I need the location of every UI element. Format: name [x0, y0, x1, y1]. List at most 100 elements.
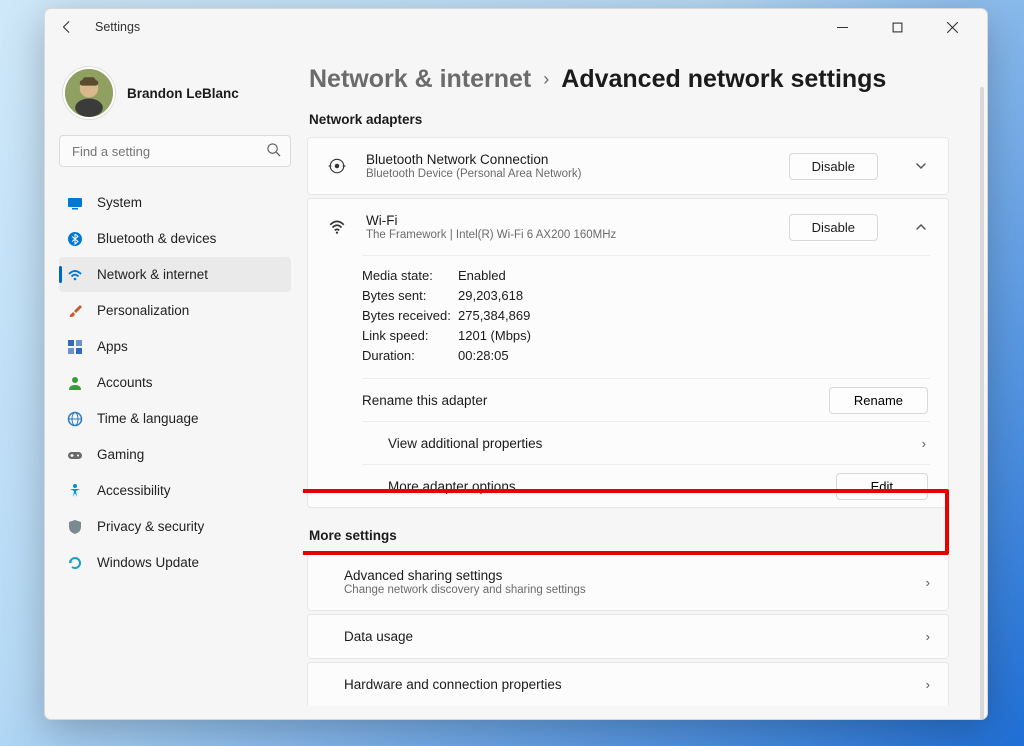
- detail-value: 275,384,869: [458, 306, 530, 326]
- caption-buttons: [827, 12, 977, 42]
- adapters-group: Bluetooth Network Connection Bluetooth D…: [307, 137, 949, 508]
- maximize-button[interactable]: [882, 12, 912, 42]
- wifi-details: Media state:Enabled Bytes sent:29,203,61…: [308, 255, 948, 507]
- adapter-description: Bluetooth Device (Personal Area Network): [366, 168, 771, 180]
- disable-button[interactable]: Disable: [789, 214, 878, 241]
- more-adapter-options-row: More adapter options Edit: [362, 464, 930, 507]
- close-icon: [947, 22, 958, 33]
- data-usage-row[interactable]: Data usage ›: [307, 614, 949, 659]
- accessibility-icon: [67, 483, 83, 499]
- sidebar-item-accessibility[interactable]: Accessibility: [59, 473, 291, 508]
- sidebar-item-time-language[interactable]: Time & language: [59, 401, 291, 436]
- shield-icon: [67, 519, 83, 535]
- sidebar-item-label: Network & internet: [97, 267, 208, 282]
- sidebar-item-update[interactable]: Windows Update: [59, 545, 291, 580]
- content-area: Brandon LeBlanc System Bluetooth & devic…: [45, 45, 987, 719]
- sidebar-item-privacy[interactable]: Privacy & security: [59, 509, 291, 544]
- row-subtitle: Change network discovery and sharing set…: [344, 584, 920, 596]
- row-title: Advanced sharing settings: [344, 568, 920, 583]
- more-settings-group: Advanced sharing settings Change network…: [307, 553, 949, 706]
- user-name: Brandon LeBlanc: [127, 86, 239, 101]
- sidebar-item-apps[interactable]: Apps: [59, 329, 291, 364]
- sidebar-item-label: Windows Update: [97, 555, 199, 570]
- rename-button[interactable]: Rename: [829, 387, 928, 414]
- wifi-adapter-icon: [326, 218, 348, 236]
- main-content: Network & internet › Advanced network se…: [303, 45, 987, 719]
- detail-key: Duration:: [362, 346, 458, 366]
- edit-button[interactable]: Edit: [836, 473, 928, 500]
- back-arrow-icon: [60, 20, 74, 34]
- maximize-icon: [892, 22, 903, 33]
- sidebar-item-accounts[interactable]: Accounts: [59, 365, 291, 400]
- sidebar-item-label: Accounts: [97, 375, 153, 390]
- hardware-properties-row[interactable]: Hardware and connection properties ›: [307, 662, 949, 706]
- breadcrumb-parent[interactable]: Network & internet: [309, 65, 531, 94]
- search-box: [59, 135, 291, 167]
- sidebar-item-label: Time & language: [97, 411, 199, 426]
- sidebar-item-label: Bluetooth & devices: [97, 231, 216, 246]
- detail-value: 1201 (Mbps): [458, 326, 531, 346]
- advanced-sharing-row[interactable]: Advanced sharing settings Change network…: [307, 553, 949, 611]
- sidebar-item-network[interactable]: Network & internet: [59, 257, 291, 292]
- view-properties-row[interactable]: View additional properties ›: [362, 421, 930, 464]
- sidebar-item-label: Gaming: [97, 447, 144, 462]
- gamepad-icon: [67, 447, 83, 463]
- minimize-icon: [837, 22, 848, 33]
- minimize-button[interactable]: [827, 12, 857, 42]
- breadcrumb: Network & internet › Advanced network se…: [309, 65, 949, 94]
- close-button[interactable]: [937, 12, 967, 42]
- detail-key: Bytes sent:: [362, 286, 458, 306]
- sidebar-item-gaming[interactable]: Gaming: [59, 437, 291, 472]
- brush-icon: [67, 303, 83, 319]
- scrollbar[interactable]: [980, 87, 984, 719]
- search-icon: [266, 142, 281, 162]
- sidebar-item-system[interactable]: System: [59, 185, 291, 220]
- chevron-right-icon: ›: [922, 436, 926, 451]
- person-icon: [67, 375, 83, 391]
- adapter-card-bluetooth: Bluetooth Network Connection Bluetooth D…: [307, 137, 949, 195]
- user-block[interactable]: Brandon LeBlanc: [59, 59, 291, 135]
- adapter-description: The Framework | Intel(R) Wi-Fi 6 AX200 1…: [366, 229, 771, 241]
- adapter-card-wifi: Wi-Fi The Framework | Intel(R) Wi-Fi 6 A…: [307, 198, 949, 508]
- bluetooth-adapter-icon: [326, 157, 348, 175]
- row-title: Hardware and connection properties: [344, 677, 920, 692]
- adapter-name: Wi-Fi: [366, 213, 771, 228]
- nav-list: System Bluetooth & devices Network & int…: [59, 185, 291, 580]
- section-title-more: More settings: [309, 528, 949, 543]
- rename-adapter-row: Rename this adapter Rename: [362, 378, 930, 421]
- sidebar-item-label: Accessibility: [97, 483, 171, 498]
- avatar: [63, 67, 115, 119]
- row-label: Rename this adapter: [362, 393, 829, 408]
- detail-key: Bytes received:: [362, 306, 458, 326]
- monitor-icon: [67, 195, 83, 211]
- chevron-right-icon: ›: [926, 629, 930, 644]
- detail-key: Link speed:: [362, 326, 458, 346]
- titlebar: Settings: [45, 9, 987, 45]
- chevron-up-icon[interactable]: [912, 221, 930, 233]
- chevron-right-icon: ›: [926, 575, 930, 590]
- apps-icon: [67, 339, 83, 355]
- row-title: Data usage: [344, 629, 920, 644]
- adapter-name: Bluetooth Network Connection: [366, 152, 771, 167]
- wifi-icon: [67, 267, 83, 283]
- search-input[interactable]: [59, 135, 291, 167]
- app-title: Settings: [95, 20, 140, 34]
- chevron-down-icon[interactable]: [912, 160, 930, 172]
- sidebar-item-bluetooth[interactable]: Bluetooth & devices: [59, 221, 291, 256]
- update-icon: [67, 555, 83, 571]
- sidebar-item-label: Apps: [97, 339, 128, 354]
- detail-key: Media state:: [362, 266, 458, 286]
- back-button[interactable]: [55, 15, 79, 39]
- sidebar-item-label: Personalization: [97, 303, 189, 318]
- sidebar: Brandon LeBlanc System Bluetooth & devic…: [45, 45, 303, 719]
- detail-value: 00:28:05: [458, 346, 509, 366]
- chevron-right-icon: ›: [926, 677, 930, 692]
- row-label: More adapter options: [388, 479, 836, 494]
- disable-button[interactable]: Disable: [789, 153, 878, 180]
- chevron-right-icon: ›: [543, 69, 549, 90]
- sidebar-item-label: System: [97, 195, 142, 210]
- clock-globe-icon: [67, 411, 83, 427]
- section-title-adapters: Network adapters: [309, 112, 949, 127]
- page-title: Advanced network settings: [561, 65, 886, 94]
- sidebar-item-personalization[interactable]: Personalization: [59, 293, 291, 328]
